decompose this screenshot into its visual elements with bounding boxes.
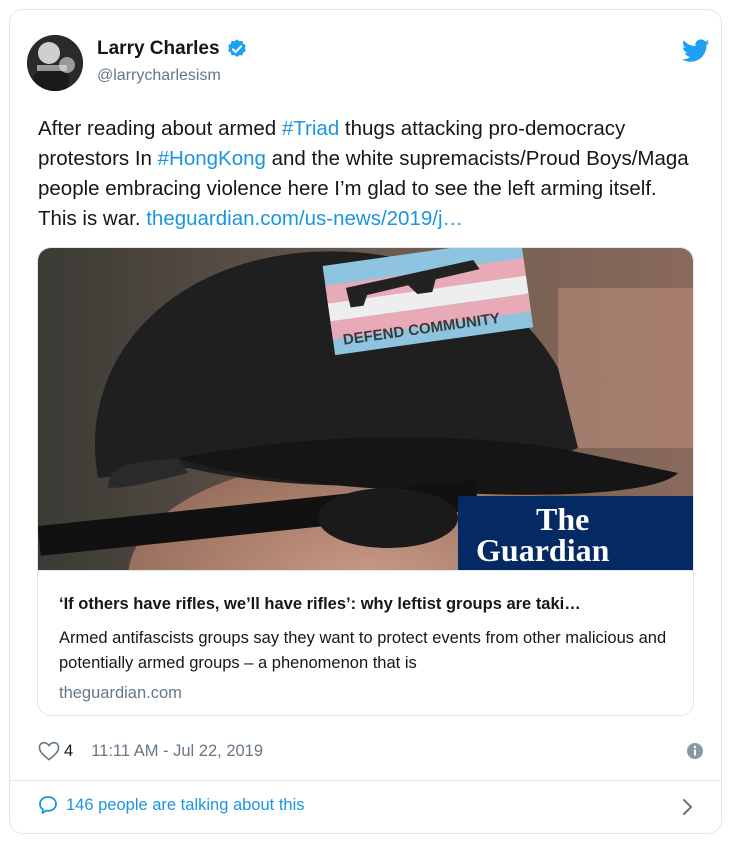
divider bbox=[9, 780, 722, 781]
guardian-logo-line2: Guardian bbox=[476, 532, 610, 568]
hashtag-link[interactable]: #HongKong bbox=[158, 147, 266, 170]
speech-bubble-icon bbox=[39, 796, 57, 814]
link-card-body[interactable]: ‘If others have rifles, we’ll have rifle… bbox=[38, 570, 693, 715]
article-link[interactable]: theguardian.com/us-news/2019/j… bbox=[146, 207, 463, 230]
article-image[interactable]: DEFEND COMMUNITY The Guardian bbox=[38, 248, 693, 570]
tweet-text-segment: After reading about armed bbox=[38, 117, 282, 140]
link-preview-card[interactable]: DEFEND COMMUNITY The Guardian ‘If others… bbox=[37, 247, 694, 716]
twitter-bird-icon[interactable] bbox=[682, 39, 710, 63]
info-icon[interactable] bbox=[686, 742, 704, 760]
verified-badge-icon bbox=[227, 39, 246, 57]
article-description: Armed antifascists groups say they want … bbox=[59, 629, 667, 672]
author-name[interactable]: Larry Charles bbox=[97, 38, 220, 60]
heart-icon[interactable] bbox=[38, 741, 60, 761]
hashtag-link[interactable]: #Triad bbox=[282, 117, 339, 140]
author-name-row[interactable]: Larry Charles bbox=[97, 38, 248, 60]
author-handle[interactable]: @larrycharlesism bbox=[97, 67, 221, 85]
article-title[interactable]: ‘If others have rifles, we’ll have rifle… bbox=[59, 595, 679, 614]
talking-count-text[interactable]: 146 people are talking about this bbox=[66, 796, 305, 815]
tweet-meta: 4 11:11 AM - Jul 22, 2019 bbox=[38, 739, 263, 763]
avatar[interactable] bbox=[27, 35, 83, 91]
article-domain: theguardian.com bbox=[59, 684, 182, 702]
timestamp[interactable]: 11:11 AM - Jul 22, 2019 bbox=[91, 742, 263, 761]
conversation-link[interactable]: 146 people are talking about this bbox=[38, 795, 305, 815]
like-count[interactable]: 4 bbox=[64, 742, 73, 761]
tweet-text: After reading about armed #Triad thugs a… bbox=[38, 114, 698, 234]
chevron-right-icon[interactable] bbox=[681, 797, 695, 817]
